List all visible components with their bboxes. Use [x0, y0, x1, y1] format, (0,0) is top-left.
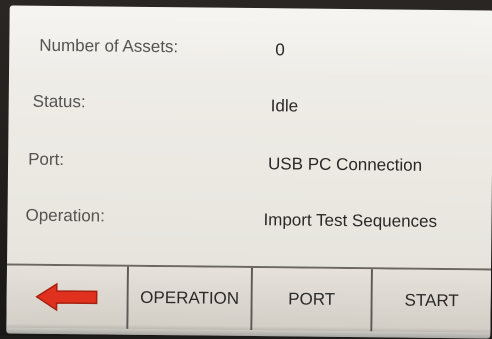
field-value-status: Idle	[270, 96, 299, 116]
operation-button[interactable]: OPERATION	[128, 266, 253, 331]
field-row-port: Port: USB PC Connection	[8, 141, 492, 182]
port-button[interactable]: PORT	[252, 268, 373, 332]
field-value-operation: Import Test Sequences	[263, 210, 438, 231]
back-button[interactable]	[6, 265, 130, 329]
left-arrow-icon	[35, 282, 99, 313]
field-label-port: Port:	[28, 149, 65, 170]
field-row-status: Status: Idle	[9, 83, 492, 124]
device-screen: Number of Assets: 0 Status: Idle Port: U…	[6, 5, 492, 339]
bottom-toolbar: OPERATION PORT START	[6, 263, 492, 333]
field-row-number-of-assets: Number of Assets: 0	[9, 27, 492, 68]
field-row-operation: Operation: Import Test Sequences	[7, 197, 491, 238]
field-label-number-of-assets: Number of Assets:	[39, 35, 179, 57]
field-label-operation: Operation:	[25, 205, 106, 226]
field-label-status: Status:	[32, 91, 86, 112]
field-value-number-of-assets: 0	[275, 40, 285, 60]
field-value-port: USB PC Connection	[267, 154, 423, 175]
start-button[interactable]: START	[372, 269, 491, 333]
